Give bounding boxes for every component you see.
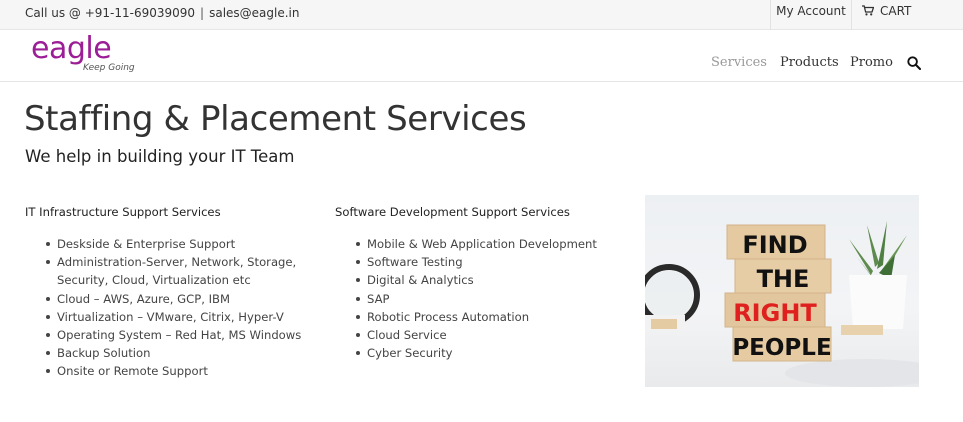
site-header: eagle Keep Going Services Products Promo	[0, 31, 963, 82]
page-subtitle: We help in building your IT Team	[25, 147, 295, 166]
email-link[interactable]: sales@eagle.in	[209, 6, 299, 20]
cart-icon	[862, 5, 875, 16]
list-item: Operating System – Red Hat, MS Windows	[43, 326, 315, 344]
it-infrastructure-section: IT Infrastructure Support Services Desks…	[25, 205, 315, 381]
section-heading: IT Infrastructure Support Services	[25, 205, 221, 219]
logo-word: eagle	[31, 31, 112, 66]
list-item: Digital & Analytics	[353, 271, 625, 289]
list-item: Cloud – AWS, Azure, GCP, IBM	[43, 290, 315, 308]
separator: |	[200, 6, 205, 20]
block-text-people: PEOPLE	[732, 335, 831, 361]
logo-tagline: Keep Going	[83, 63, 135, 73]
find-the-right-people-image: FIND THE RIGHT PEOPLE	[645, 195, 919, 387]
nav-services[interactable]: Services	[711, 55, 767, 70]
plant-illustration	[841, 221, 907, 335]
service-list: Mobile & Web Application Development Sof…	[335, 235, 625, 362]
list-item: Backup Solution	[43, 344, 315, 362]
page-title: Staffing & Placement Services	[24, 99, 527, 139]
list-item: Virtualization – VMware, Citrix, Hyper-V	[43, 308, 315, 326]
wood-blocks: FIND THE RIGHT PEOPLE	[724, 224, 832, 362]
service-list: Deskside & Enterprise Support Administra…	[25, 235, 315, 381]
list-item: Mobile & Web Application Development	[353, 235, 625, 253]
list-item: Cyber Security	[353, 344, 625, 362]
section-heading: Software Development Support Services	[335, 205, 570, 219]
magnifying-glass-illustration	[645, 264, 700, 331]
phone-text: Call us @ +91-11-69039090	[25, 6, 196, 20]
list-item: SAP	[353, 290, 625, 308]
list-item: Robotic Process Automation	[353, 308, 625, 326]
block-text-right: RIGHT	[733, 299, 817, 327]
list-item: Administration-Server, Network, Storage,…	[43, 253, 315, 289]
list-item: Deskside & Enterprise Support	[43, 235, 315, 253]
list-item: Cloud Service	[353, 326, 625, 344]
cart-label: CART	[880, 4, 912, 18]
block-text-find: FIND	[742, 231, 807, 259]
block-text-the: THE	[757, 265, 810, 293]
photo-illustration: FIND THE RIGHT PEOPLE	[645, 221, 919, 387]
nav-products[interactable]: Products	[780, 55, 839, 70]
search-icon[interactable]	[907, 56, 921, 70]
my-account-link[interactable]: My Account	[770, 0, 852, 30]
contact-info: Call us @ +91-11-69039090 | sales@eagle.in	[25, 6, 300, 20]
logo[interactable]: eagle Keep Going	[31, 31, 151, 78]
cart-link[interactable]: CART	[862, 0, 911, 30]
nav-promo[interactable]: Promo	[850, 55, 893, 70]
list-item: Software Testing	[353, 253, 625, 271]
list-item: Onsite or Remote Support	[43, 362, 315, 380]
top-bar: Call us @ +91-11-69039090 | sales@eagle.in…	[0, 0, 963, 30]
software-development-section: Software Development Support Services Mo…	[335, 205, 625, 362]
